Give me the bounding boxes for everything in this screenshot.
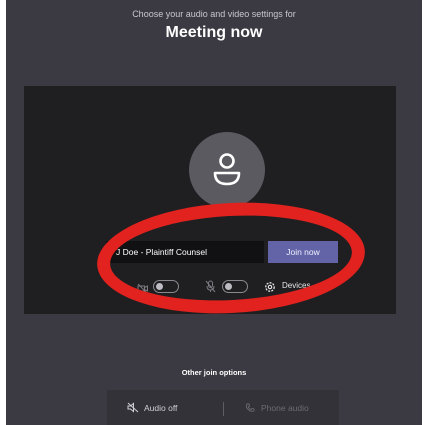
camera-off-icon: [137, 281, 149, 299]
camera-toggle[interactable]: [153, 280, 179, 293]
prejoin-screen: Choose your audio and video settings for…: [6, 0, 422, 425]
speaker-off-icon: [127, 402, 139, 413]
audio-off-option[interactable]: Audio off: [127, 390, 177, 425]
person-icon: [213, 153, 241, 186]
other-join-options: Audio off Phone audio: [107, 390, 339, 425]
audio-off-label: Audio off: [144, 402, 178, 413]
settings-subtitle: Choose your audio and video settings for: [132, 9, 296, 19]
phone-audio-label: Phone audio: [261, 402, 309, 413]
phone-audio-option[interactable]: Phone audio: [245, 390, 309, 425]
phone-icon: [245, 403, 255, 412]
mic-off-icon: [205, 280, 216, 298]
mic-toggle[interactable]: [222, 280, 248, 293]
camera-toggle-knob: [156, 282, 163, 290]
other-join-options-label: Other join options: [181, 368, 247, 377]
join-now-button[interactable]: Join now: [268, 241, 338, 263]
devices-button[interactable]: Devices: [282, 281, 310, 290]
avatar: [189, 132, 265, 208]
options-divider: [223, 402, 224, 416]
name-input[interactable]: [106, 241, 264, 263]
meeting-title: Meeting now: [165, 24, 263, 41]
mic-toggle-knob: [225, 282, 232, 290]
gear-icon[interactable]: [264, 280, 276, 298]
